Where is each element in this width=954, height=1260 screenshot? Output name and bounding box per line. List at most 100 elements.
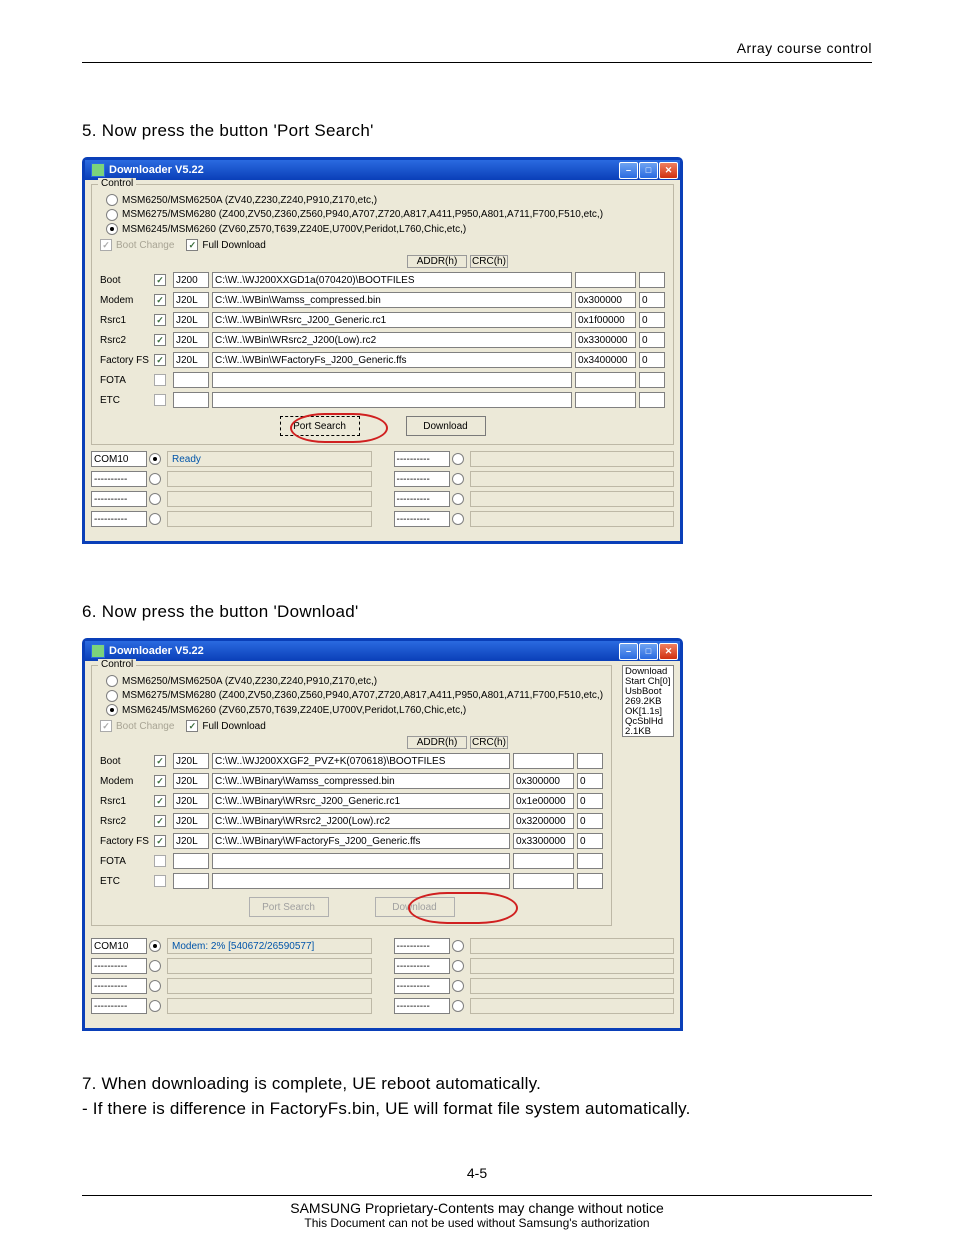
- path-input[interactable]: [212, 853, 510, 869]
- port-radio[interactable]: [452, 453, 464, 465]
- addr-input[interactable]: 0x1f00000: [575, 312, 636, 328]
- crc-input[interactable]: [577, 753, 603, 769]
- addr-input[interactable]: 0x300000: [575, 292, 636, 308]
- crc-input[interactable]: 0: [577, 773, 603, 789]
- code-input[interactable]: J20L: [173, 773, 209, 789]
- path-input[interactable]: C:\W..\WBin\WRsrc2_J200(Low).rc2: [212, 332, 572, 348]
- port-radio[interactable]: [452, 980, 464, 992]
- platform-radio-2[interactable]: MSM6275/MSM6280 (Z400,ZV50,Z360,Z560,P94…: [106, 690, 603, 702]
- full-download-checkbox[interactable]: ✓ Full Download: [186, 239, 265, 251]
- addr-input[interactable]: [513, 873, 574, 889]
- boot-change-checkbox[interactable]: ✓ Boot Change: [100, 720, 174, 732]
- check-icon[interactable]: [154, 855, 166, 867]
- check-icon[interactable]: ✓: [154, 294, 166, 306]
- path-input[interactable]: C:\W..\WJ200XXGF2_PVZ+K(070618)\BOOTFILE…: [212, 753, 510, 769]
- addr-input[interactable]: [513, 853, 574, 869]
- port-field[interactable]: ----------: [394, 938, 450, 954]
- port-radio[interactable]: [149, 940, 161, 952]
- port-radio[interactable]: [452, 493, 464, 505]
- code-input[interactable]: [173, 392, 209, 408]
- port-radio[interactable]: [452, 960, 464, 972]
- port-field[interactable]: ----------: [394, 958, 450, 974]
- check-icon[interactable]: ✓: [154, 334, 166, 346]
- code-input[interactable]: J20L: [173, 352, 209, 368]
- crc-input[interactable]: 0: [577, 813, 603, 829]
- check-icon[interactable]: ✓: [154, 835, 166, 847]
- port-radio[interactable]: [452, 940, 464, 952]
- check-icon[interactable]: ✓: [154, 354, 166, 366]
- download-button[interactable]: Download: [406, 416, 486, 436]
- check-icon[interactable]: ✓: [154, 775, 166, 787]
- addr-input[interactable]: [575, 272, 636, 288]
- path-input[interactable]: C:\W..\WJ200XXGD1a(070420)\BOOTFILES: [212, 272, 572, 288]
- check-icon[interactable]: ✓: [154, 274, 166, 286]
- addr-input[interactable]: 0x3300000: [513, 833, 574, 849]
- code-input[interactable]: J20L: [173, 793, 209, 809]
- boot-change-checkbox[interactable]: ✓ Boot Change: [100, 239, 174, 251]
- full-download-checkbox[interactable]: ✓ Full Download: [186, 720, 265, 732]
- port-field[interactable]: ----------: [91, 998, 147, 1014]
- path-input[interactable]: C:\W..\WBin\WRsrc_J200_Generic.rc1: [212, 312, 572, 328]
- platform-radio-1[interactable]: MSM6250/MSM6250A (ZV40,Z230,Z240,P910,Z1…: [106, 194, 665, 206]
- port-field[interactable]: ----------: [394, 491, 450, 507]
- code-input[interactable]: [173, 853, 209, 869]
- maximize-button[interactable]: □: [639, 162, 658, 179]
- addr-input[interactable]: 0x3300000: [575, 332, 636, 348]
- check-icon[interactable]: ✓: [154, 795, 166, 807]
- addr-input[interactable]: 0x3200000: [513, 813, 574, 829]
- crc-input[interactable]: 0: [577, 833, 603, 849]
- port-field[interactable]: COM10: [91, 451, 147, 467]
- check-icon[interactable]: [154, 875, 166, 887]
- addr-input[interactable]: [575, 372, 636, 388]
- crc-input[interactable]: 0: [639, 292, 665, 308]
- path-input[interactable]: [212, 392, 572, 408]
- port-field[interactable]: ----------: [91, 978, 147, 994]
- path-input[interactable]: C:\W..\WBinary\WFactoryFs_J200_Generic.f…: [212, 833, 510, 849]
- code-input[interactable]: J20L: [173, 332, 209, 348]
- addr-input[interactable]: [513, 753, 574, 769]
- crc-input[interactable]: 0: [639, 352, 665, 368]
- port-radio[interactable]: [149, 980, 161, 992]
- crc-input[interactable]: [577, 853, 603, 869]
- crc-input[interactable]: 0: [639, 312, 665, 328]
- code-input[interactable]: J20L: [173, 312, 209, 328]
- crc-input[interactable]: [577, 873, 603, 889]
- port-field[interactable]: ----------: [394, 998, 450, 1014]
- code-input[interactable]: J20L: [173, 753, 209, 769]
- minimize-button[interactable]: –: [619, 643, 638, 660]
- port-field[interactable]: ----------: [91, 511, 147, 527]
- code-input[interactable]: J200: [173, 272, 209, 288]
- port-field[interactable]: ----------: [394, 511, 450, 527]
- platform-radio-1[interactable]: MSM6250/MSM6250A (ZV40,Z230,Z240,P910,Z1…: [106, 675, 603, 687]
- check-icon[interactable]: ✓: [154, 815, 166, 827]
- addr-input[interactable]: 0x1e00000: [513, 793, 574, 809]
- addr-input[interactable]: 0x300000: [513, 773, 574, 789]
- crc-input[interactable]: 0: [577, 793, 603, 809]
- port-field[interactable]: ----------: [91, 471, 147, 487]
- check-icon[interactable]: [154, 374, 166, 386]
- code-input[interactable]: J20L: [173, 833, 209, 849]
- port-radio[interactable]: [149, 453, 161, 465]
- port-radio[interactable]: [149, 493, 161, 505]
- addr-input[interactable]: 0x3400000: [575, 352, 636, 368]
- path-input[interactable]: C:\W..\WBin\Wamss_compressed.bin: [212, 292, 572, 308]
- crc-input[interactable]: [639, 372, 665, 388]
- port-search-button[interactable]: Port Search: [280, 416, 360, 436]
- port-radio[interactable]: [452, 1000, 464, 1012]
- path-input[interactable]: C:\W..\WBinary\WRsrc_J200_Generic.rc1: [212, 793, 510, 809]
- platform-radio-3[interactable]: MSM6245/MSM6260 (ZV60,Z570,T639,Z240E,U7…: [106, 704, 603, 716]
- code-input[interactable]: J20L: [173, 813, 209, 829]
- close-button[interactable]: ✕: [659, 162, 678, 179]
- addr-input[interactable]: [575, 392, 636, 408]
- check-icon[interactable]: ✓: [154, 755, 166, 767]
- maximize-button[interactable]: □: [639, 643, 658, 660]
- port-radio[interactable]: [149, 473, 161, 485]
- check-icon[interactable]: ✓: [154, 314, 166, 326]
- path-input[interactable]: [212, 372, 572, 388]
- crc-input[interactable]: [639, 392, 665, 408]
- code-input[interactable]: [173, 372, 209, 388]
- port-field[interactable]: ----------: [394, 978, 450, 994]
- code-input[interactable]: [173, 873, 209, 889]
- port-radio[interactable]: [452, 513, 464, 525]
- port-field[interactable]: ----------: [394, 451, 450, 467]
